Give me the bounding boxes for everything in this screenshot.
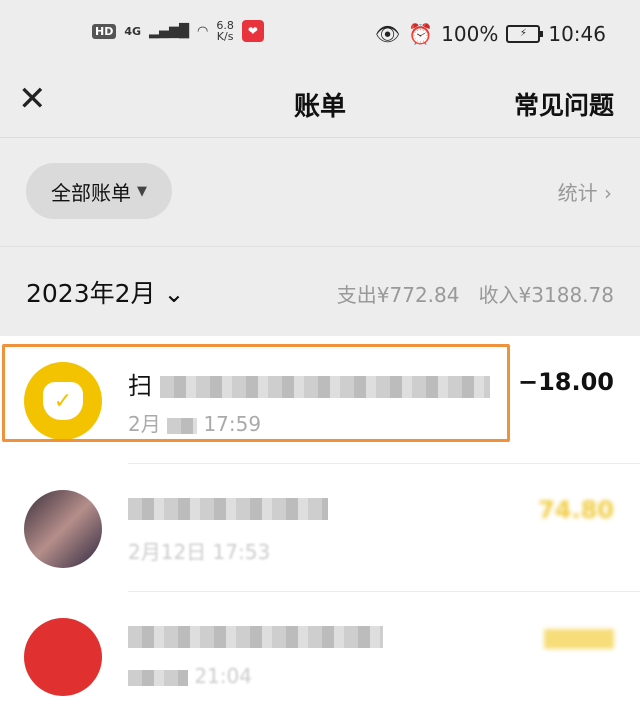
- hd-badge: HD: [92, 23, 117, 39]
- clock: 10:46: [548, 22, 606, 46]
- transaction-name: [128, 494, 498, 522]
- caret-down-icon: ▼: [137, 183, 147, 199]
- top-bar: ✕ 账单 常见问题: [0, 70, 640, 136]
- transaction-name: [128, 622, 498, 650]
- chevron-down-icon: ⌄: [163, 279, 185, 308]
- redacted-text: [544, 629, 614, 649]
- redacted-text: [128, 669, 188, 686]
- alarm-icon: ⏰: [408, 22, 434, 46]
- transaction-time: 2月12日 17:53: [128, 540, 271, 564]
- time-text: 21:04: [194, 664, 252, 688]
- divider: [0, 246, 640, 247]
- app-notification-icon: ❤: [241, 20, 264, 42]
- battery-icon: ⚡: [506, 25, 544, 43]
- transaction-row[interactable]: 21:04: [0, 592, 640, 720]
- eye-icon: 👁: [374, 22, 401, 46]
- month-label: 2023年2月: [26, 279, 156, 308]
- redacted-text: [128, 498, 328, 520]
- battery-percent: 100%: [441, 22, 499, 46]
- expense-total: 支出¥772.84: [336, 283, 460, 307]
- transaction-amount: −18.00: [517, 368, 614, 396]
- faq-button[interactable]: 常见问题: [514, 86, 614, 122]
- redacted-text: [128, 626, 383, 648]
- month-selector[interactable]: 2023年2月 ⌄: [26, 274, 184, 310]
- highlight-box: [2, 344, 510, 442]
- transaction-amount: [544, 624, 614, 652]
- month-totals: 支出¥772.84 收入¥3188.78: [337, 279, 614, 308]
- transaction-time: 21:04: [128, 664, 252, 688]
- statistics-link[interactable]: 统计 ›: [558, 177, 612, 206]
- avatar: [24, 490, 102, 568]
- transaction-list: ✓ 扫 2月 17:59 −18.00 2月12日 17:53 74.80 21…: [0, 336, 640, 721]
- bill-filter-button[interactable]: 全部账单 ▼: [26, 163, 172, 219]
- income-total: 收入¥3188.78: [478, 283, 614, 307]
- status-bar: HD 4G ▂▄▆█ ◠ 6.8 K/s ❤ 👁 ⏰ 100% ⚡ 10:46: [0, 0, 640, 70]
- transaction-amount: 74.80: [538, 496, 614, 524]
- speed-unit: K/s: [216, 30, 234, 43]
- divider: [0, 137, 640, 138]
- network-type: 4G: [124, 24, 142, 38]
- wifi-icon: ◠: [197, 23, 209, 39]
- signal-icon: ▂▄▆█: [149, 23, 190, 39]
- filter-label: 全部账单: [51, 180, 131, 205]
- network-speed: 6.8 K/s: [216, 20, 234, 42]
- avatar: [24, 618, 102, 696]
- transaction-row[interactable]: 2月12日 17:53 74.80: [0, 464, 640, 592]
